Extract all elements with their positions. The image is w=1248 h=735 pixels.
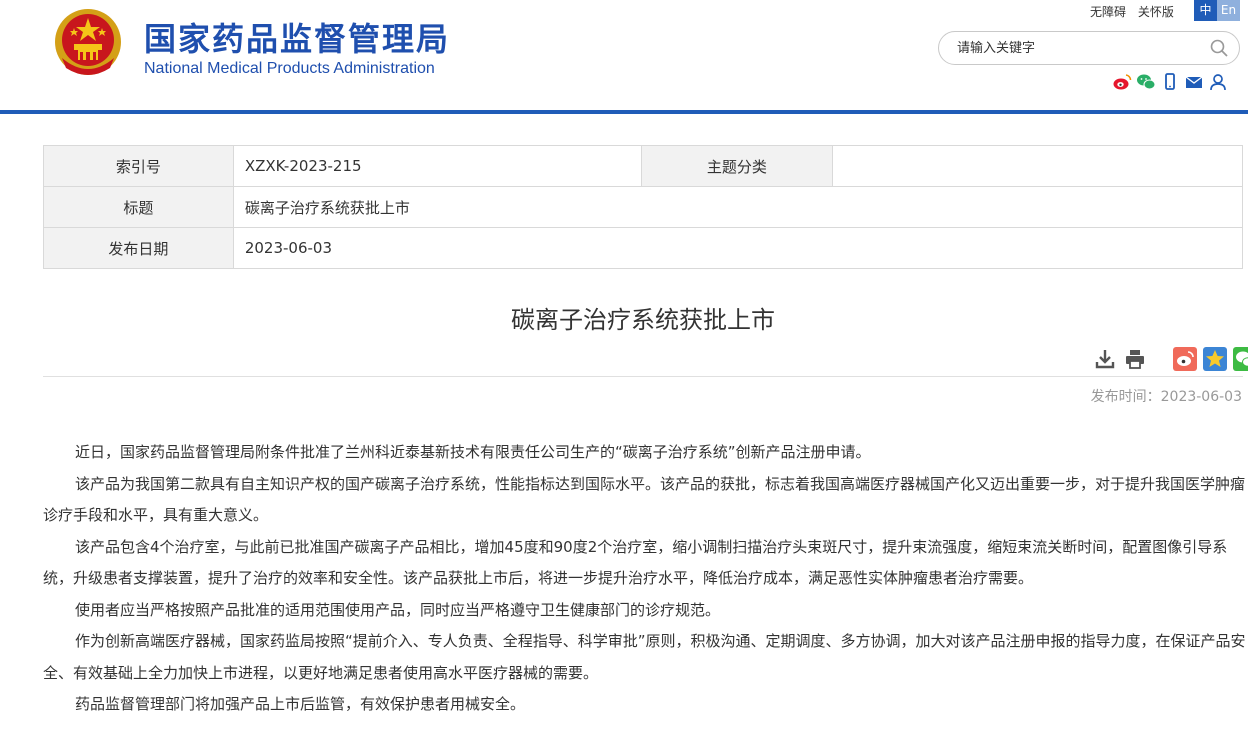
- title-separator: [43, 376, 1243, 377]
- national-emblem-icon: [55, 9, 121, 75]
- download-icon[interactable]: [1093, 347, 1117, 371]
- site-header: 国家药品监督管理局 National Medical Products Admi…: [0, 0, 1248, 110]
- title-label: 标题: [43, 186, 234, 228]
- user-icon[interactable]: [1208, 72, 1228, 92]
- mobile-icon[interactable]: [1160, 72, 1180, 92]
- paragraph: 作为创新高端医疗器械，国家药监局按照“提前介入、专人负责、全程指导、科学审批”原…: [43, 632, 1246, 682]
- category-value: [832, 145, 1243, 187]
- header-divider: [0, 110, 1248, 114]
- site-title-en[interactable]: National Medical Products Administration: [144, 60, 435, 78]
- paragraph: 该产品为我国第二款具有自主知识产权的国产碳离子治疗系统，性能指标达到国际水平。该…: [43, 474, 1246, 525]
- language-switch: 中 En: [1194, 0, 1240, 21]
- search-box: [938, 31, 1240, 65]
- paragraph: 药品监督管理部门将加强产品上市后监管，有效保护患者用械安全。: [75, 695, 526, 713]
- article-body: 近日，国家药品监督管理局附条件批准了兰州科近泰基新技术有限责任公司生产的“碳离子…: [43, 437, 1246, 721]
- paragraph: 使用者应当严格按照产品批准的适用范围使用产品，同时应当严格遵守卫生健康部门的诊疗…: [75, 600, 721, 619]
- social-links: [1112, 72, 1228, 92]
- article-title: 碳离子治疗系统获批上市: [511, 306, 775, 334]
- article-tools: [1093, 347, 1248, 371]
- info-row-date: 发布日期 2023-06-03: [43, 227, 1244, 269]
- favorite-star-icon[interactable]: [1203, 347, 1227, 371]
- weibo-share-icon[interactable]: [1173, 347, 1197, 371]
- index-label: 索引号: [43, 145, 234, 187]
- weibo-icon[interactable]: [1112, 72, 1132, 92]
- publish-time: 发布时间：2023-06-03: [1090, 389, 1242, 405]
- category-label: 主题分类: [640, 145, 834, 187]
- lang-en-button[interactable]: En: [1217, 0, 1240, 21]
- care-mode-link[interactable]: 关怀版: [1138, 5, 1174, 19]
- paragraph: 该产品包含4个治疗室，与此前已批准国产碳离子产品相比，增加45度和90度2个治疗…: [43, 537, 1228, 588]
- print-icon[interactable]: [1123, 347, 1147, 371]
- site-title-cn[interactable]: 国家药品监督管理局: [144, 14, 450, 60]
- article-info-table: 索引号 XZXK-2023-215 主题分类 标题 碳离子治疗系统获批上市 发布…: [43, 145, 1244, 269]
- lang-zh-button[interactable]: 中: [1194, 0, 1217, 21]
- info-row-title: 标题 碳离子治疗系统获批上市: [43, 186, 1244, 228]
- accessibility-link[interactable]: 无障碍: [1090, 5, 1126, 19]
- info-row-index: 索引号 XZXK-2023-215 主题分类: [43, 145, 1243, 187]
- title-value: 碳离子治疗系统获批上市: [232, 186, 1244, 228]
- date-value: 2023-06-03: [232, 227, 1244, 269]
- search-input[interactable]: [957, 38, 1197, 58]
- date-label: 发布日期: [43, 227, 234, 269]
- wechat-icon[interactable]: [1136, 72, 1156, 92]
- wechat-share-icon[interactable]: [1233, 347, 1248, 371]
- search-icon[interactable]: [1209, 38, 1229, 58]
- top-links: 无障碍 关怀版: [1090, 3, 1182, 20]
- mail-icon[interactable]: [1184, 72, 1204, 92]
- index-value: XZXK-2023-215: [232, 145, 642, 187]
- paragraph: 近日，国家药品监督管理局附条件批准了兰州科近泰基新技术有限责任公司生产的“碳离子…: [75, 443, 871, 461]
